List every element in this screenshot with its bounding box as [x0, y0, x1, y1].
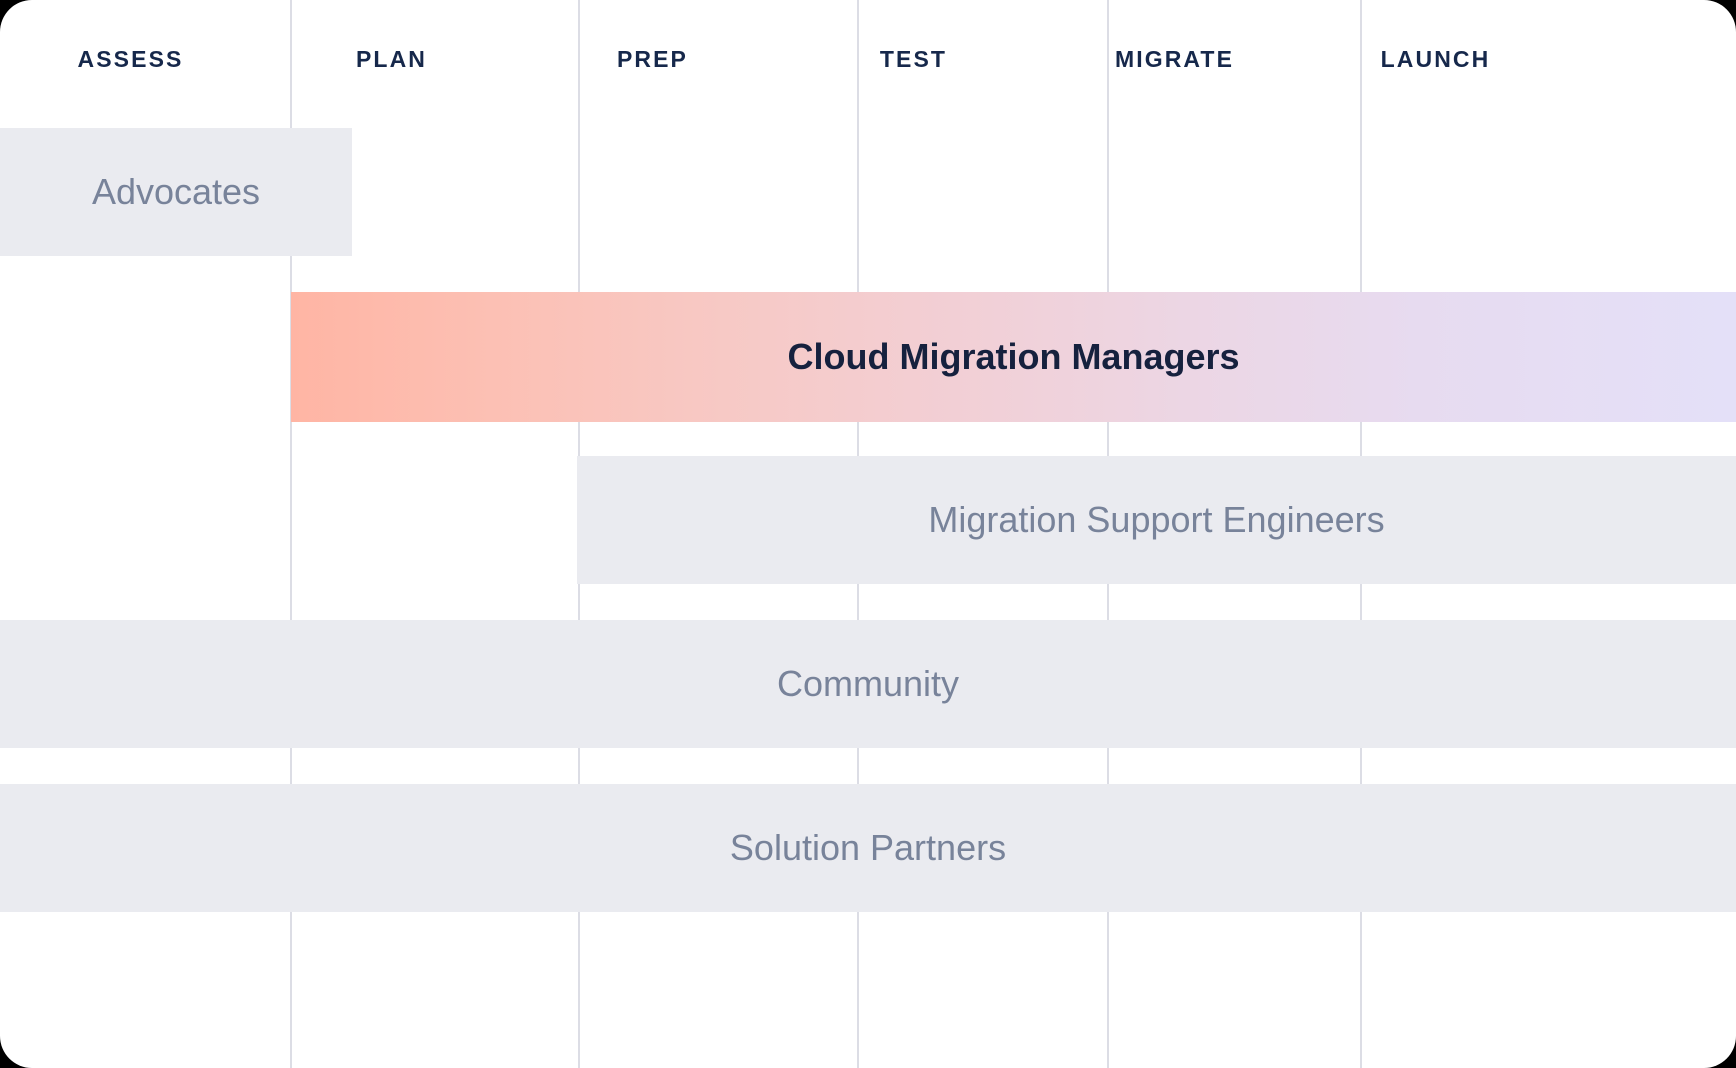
swimlane-bars: Advocates Cloud Migration Managers Migra… — [0, 0, 1736, 1068]
phase-header-assess[interactable]: ASSESS — [0, 46, 261, 73]
swimlane-label-advocates: Advocates — [0, 171, 352, 213]
swimlane-bar-migration-support-engineers[interactable]: Migration Support Engineers — [577, 456, 1736, 584]
swimlane-bar-solution-partners[interactable]: Solution Partners — [0, 784, 1736, 912]
phase-header-prep[interactable]: PREP — [522, 46, 783, 73]
phase-header-launch[interactable]: LAUNCH — [1305, 46, 1566, 73]
phase-header-migrate[interactable]: MIGRATE — [1044, 46, 1305, 73]
swimlane-label-community: Community — [0, 663, 1736, 705]
roadmap-card: Advocates Cloud Migration Managers Migra… — [0, 0, 1736, 1068]
swimlane-bar-community[interactable]: Community — [0, 620, 1736, 748]
phase-header-plan[interactable]: PLAN — [261, 46, 522, 73]
swimlane-bar-advocates[interactable]: Advocates — [0, 128, 352, 256]
swimlane-bar-cloud-migration-managers[interactable]: Cloud Migration Managers — [291, 292, 1736, 422]
swimlane-label-cloud-migration-managers: Cloud Migration Managers — [291, 336, 1736, 378]
phase-header-test[interactable]: TEST — [783, 46, 1044, 73]
swimlane-label-migration-support-engineers: Migration Support Engineers — [577, 499, 1736, 541]
phase-header-row: ASSESS PLAN PREP TEST MIGRATE LAUNCH — [0, 0, 1736, 118]
swimlane-label-solution-partners: Solution Partners — [0, 827, 1736, 869]
